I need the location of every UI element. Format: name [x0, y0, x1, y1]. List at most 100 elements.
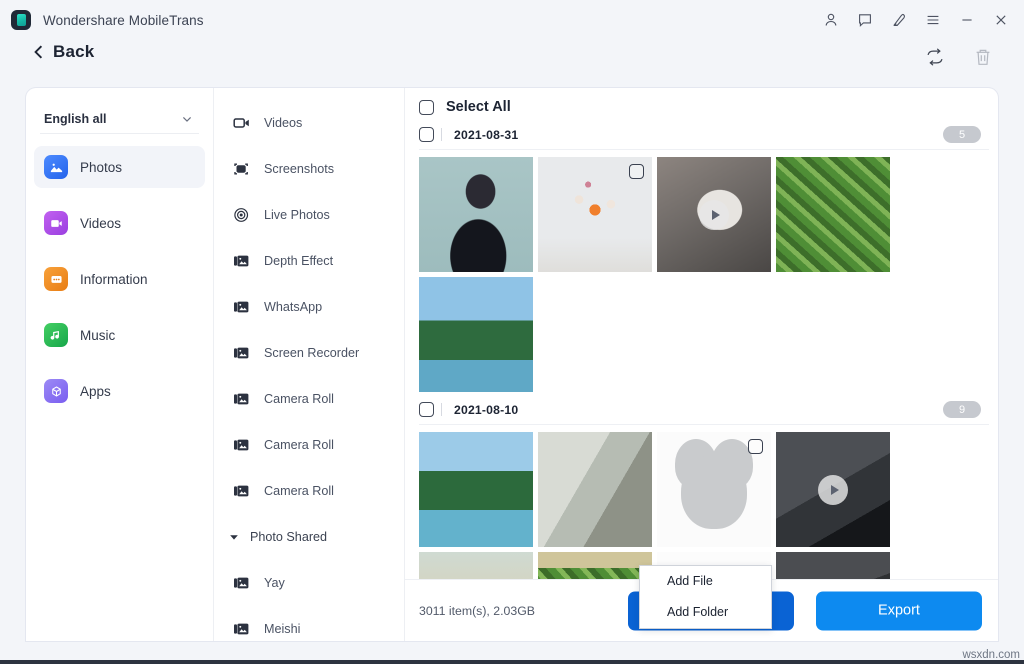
thumb-grid — [419, 425, 989, 579]
category-column: Videos Screenshots Live Photos Depth Eff… — [214, 88, 405, 641]
date-group-header: 2021-08-31 5 — [419, 120, 989, 150]
photo-scroll-area[interactable]: Select All 2021-08-31 5 — [405, 88, 998, 579]
date-group-header: 2021-08-10 9 — [419, 395, 989, 425]
sidebar-item-label: Videos — [80, 216, 121, 231]
date-group-checkbox[interactable] — [419, 402, 434, 417]
edit-icon[interactable] — [882, 3, 916, 37]
date-group-checkbox[interactable] — [419, 127, 434, 142]
category-camera-roll-1[interactable]: Camera Roll — [214, 376, 404, 422]
sidebar-item-label: Apps — [80, 384, 111, 399]
category-whatsapp[interactable]: WhatsApp — [214, 284, 404, 330]
date-label: 2021-08-31 — [454, 128, 518, 142]
category-yay[interactable]: Yay — [214, 560, 404, 606]
category-label: Camera Roll — [264, 438, 334, 452]
sidebar-item-photos[interactable]: Photos — [34, 146, 205, 188]
sub-header: Back — [0, 40, 1024, 82]
thumb-green-leaves[interactable] — [776, 157, 890, 272]
feedback-icon[interactable] — [848, 3, 882, 37]
chevron-left-icon — [33, 44, 44, 60]
chevron-down-icon — [181, 113, 193, 125]
sidebar-item-label: Music — [80, 328, 115, 343]
category-label: Camera Roll — [264, 392, 334, 406]
album-icon — [233, 391, 251, 407]
chevron-down-icon — [228, 531, 240, 543]
category-camera-roll-2[interactable]: Camera Roll — [214, 422, 404, 468]
play-icon[interactable] — [699, 200, 729, 230]
videos-icon — [44, 211, 68, 235]
video-camera-icon — [233, 115, 251, 131]
photos-icon — [44, 155, 68, 179]
menu-item-add-folder[interactable]: Add Folder — [640, 601, 771, 623]
content-panel: Select All 2021-08-31 5 — [405, 88, 998, 641]
album-icon — [233, 437, 251, 453]
thumb-totoro-painting[interactable] — [419, 552, 533, 579]
taskbar-strip — [0, 660, 1024, 664]
category-label: Live Photos — [264, 208, 330, 222]
main-card: English all Photos Videos — [26, 88, 998, 641]
export-button[interactable]: Export — [816, 591, 982, 630]
category-screenshots[interactable]: Screenshots — [214, 146, 404, 192]
sidebar-item-apps[interactable]: Apps — [34, 370, 205, 412]
items-info: 3011 item(s), 2.03GB — [419, 604, 535, 618]
album-icon — [233, 345, 251, 361]
play-icon[interactable] — [818, 475, 848, 505]
back-button[interactable]: Back — [33, 42, 94, 62]
sidebar: English all Photos Videos — [26, 88, 214, 641]
music-icon — [44, 323, 68, 347]
refresh-icon[interactable] — [924, 46, 946, 68]
thumb-beach-palms[interactable] — [419, 277, 533, 392]
back-label: Back — [53, 42, 94, 62]
app-window: Wondershare MobileTrans — [0, 0, 1024, 664]
album-icon — [233, 299, 251, 315]
sidebar-item-music[interactable]: Music — [34, 314, 205, 356]
album-icon — [233, 483, 251, 499]
information-icon — [44, 267, 68, 291]
close-icon[interactable] — [984, 3, 1018, 37]
category-live-photos[interactable]: Live Photos — [214, 192, 404, 238]
sidebar-item-videos[interactable]: Videos — [34, 202, 205, 244]
language-select[interactable]: English all — [40, 104, 199, 134]
sidebar-item-label: Information — [80, 272, 148, 287]
thumb-office-desk[interactable] — [538, 432, 652, 547]
thumb-green-leaves-2[interactable] — [538, 552, 652, 579]
title-bar: Wondershare MobileTrans — [0, 0, 1024, 40]
apps-icon — [44, 379, 68, 403]
category-camera-roll-3[interactable]: Camera Roll — [214, 468, 404, 514]
thumb-checkbox[interactable] — [748, 439, 763, 454]
thumb-checkbox[interactable] — [629, 164, 644, 179]
window-controls — [814, 0, 1018, 40]
category-group-photo-shared[interactable]: Photo Shared — [214, 514, 404, 560]
header-tools — [924, 46, 994, 68]
live-photo-icon — [233, 207, 251, 223]
category-meishi[interactable]: Meishi — [214, 606, 404, 641]
thumb-beach-palms-2[interactable] — [419, 432, 533, 547]
menu-item-add-file[interactable]: Add File — [640, 570, 771, 592]
thumb-phone-video[interactable] — [776, 552, 890, 579]
minimize-icon[interactable] — [950, 3, 984, 37]
select-all-checkbox[interactable] — [419, 100, 434, 115]
sidebar-item-label: Photos — [80, 160, 122, 175]
date-label: 2021-08-10 — [454, 403, 518, 417]
category-label: Screenshots — [264, 162, 334, 176]
watermark: wsxdn.com — [962, 649, 1020, 661]
count-badge: 5 — [943, 126, 981, 143]
category-videos[interactable]: Videos — [214, 100, 404, 146]
thumb-airpods-video[interactable] — [657, 157, 771, 272]
category-label: Yay — [264, 576, 285, 590]
album-icon — [233, 621, 251, 637]
category-label: Screen Recorder — [264, 346, 359, 360]
thumb-totoro-drawing[interactable] — [657, 432, 771, 547]
account-icon[interactable] — [814, 3, 848, 37]
category-screen-recorder[interactable]: Screen Recorder — [214, 330, 404, 376]
sidebar-item-information[interactable]: Information — [34, 258, 205, 300]
menu-icon[interactable] — [916, 3, 950, 37]
category-depth-effect[interactable]: Depth Effect — [214, 238, 404, 284]
thumb-flower-vase[interactable] — [538, 157, 652, 272]
delete-icon[interactable] — [972, 46, 994, 68]
camera-icon — [233, 161, 251, 177]
thumb-portrait[interactable] — [419, 157, 533, 272]
sidebar-nav: Photos Videos Information — [26, 146, 213, 412]
language-label: English all — [44, 112, 107, 126]
category-label: WhatsApp — [264, 300, 322, 314]
thumb-keyboard-video[interactable] — [776, 432, 890, 547]
